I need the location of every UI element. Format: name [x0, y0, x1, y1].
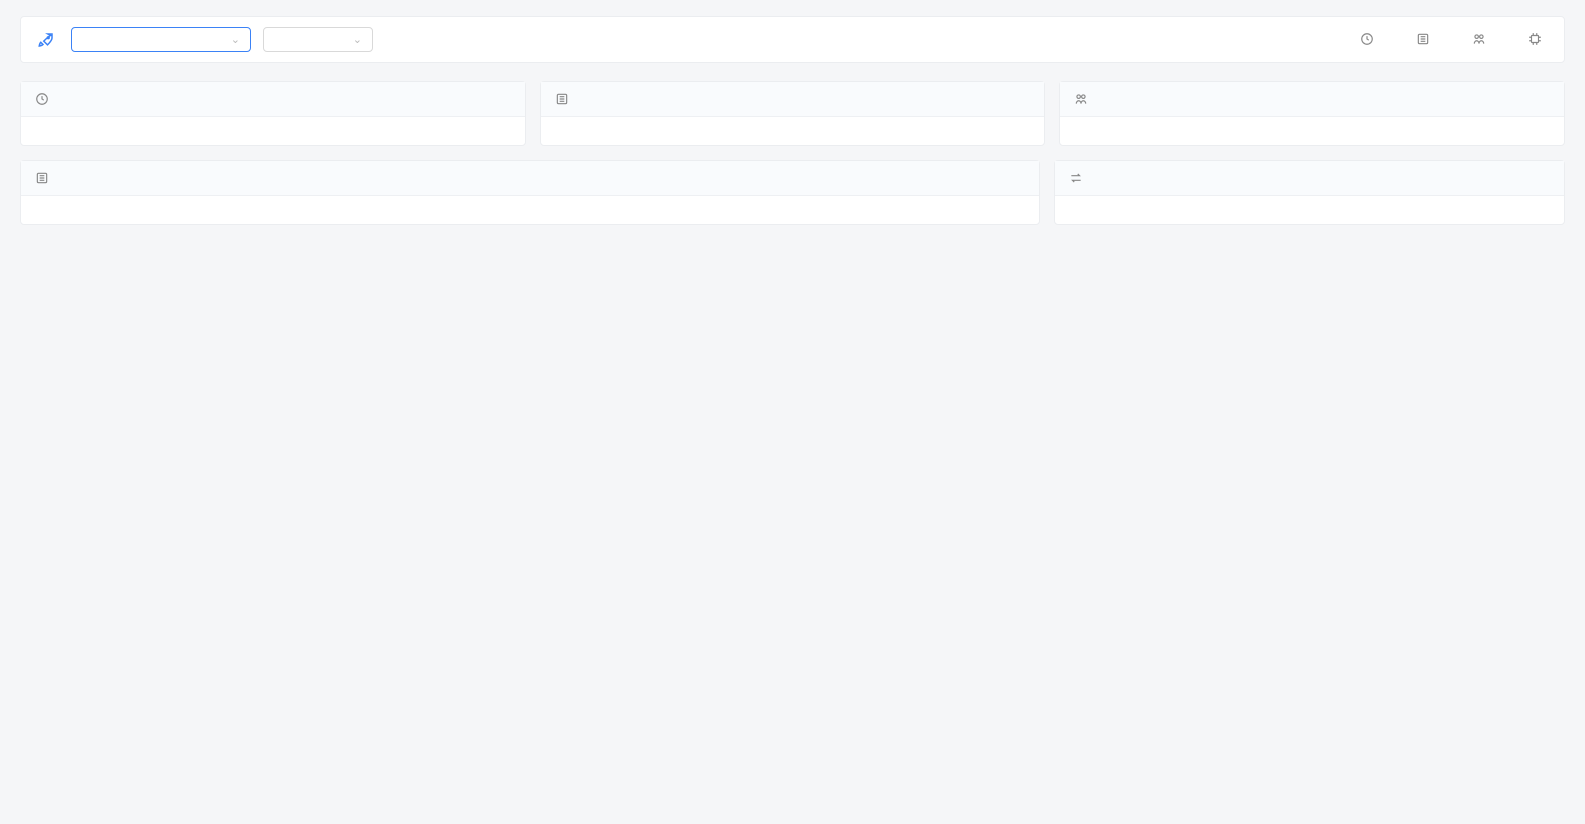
chevron-down-icon: ⌄: [353, 33, 362, 46]
chevron-down-icon: ⌄: [231, 33, 240, 46]
swap-icon: [1069, 171, 1083, 185]
stat-cpu: [1360, 32, 1380, 48]
thread-icon: [1074, 92, 1088, 106]
card-threads: [1059, 81, 1565, 146]
gauge-icon: [1360, 32, 1374, 46]
card-swap: [1054, 160, 1565, 225]
cpu-icon: [1528, 32, 1542, 46]
memory-icon: [1416, 32, 1430, 46]
card-memory: [540, 81, 1046, 146]
stat-processors: [1528, 32, 1548, 48]
time-range-selector[interactable]: ⌄: [263, 27, 373, 52]
instance-selector[interactable]: ⌄: [71, 27, 251, 52]
thread-icon: [1472, 32, 1486, 46]
stat-memory: [1416, 32, 1436, 48]
top-bar: ⌄ ⌄: [20, 16, 1565, 63]
gauge-icon: [35, 92, 49, 106]
rocket-icon: [37, 31, 55, 49]
stats-block: [1360, 32, 1548, 48]
disk-icon: [35, 171, 49, 185]
stat-thread: [1472, 32, 1492, 48]
card-disk: [20, 160, 1040, 225]
memory-icon: [555, 92, 569, 106]
card-cpu: [20, 81, 526, 146]
